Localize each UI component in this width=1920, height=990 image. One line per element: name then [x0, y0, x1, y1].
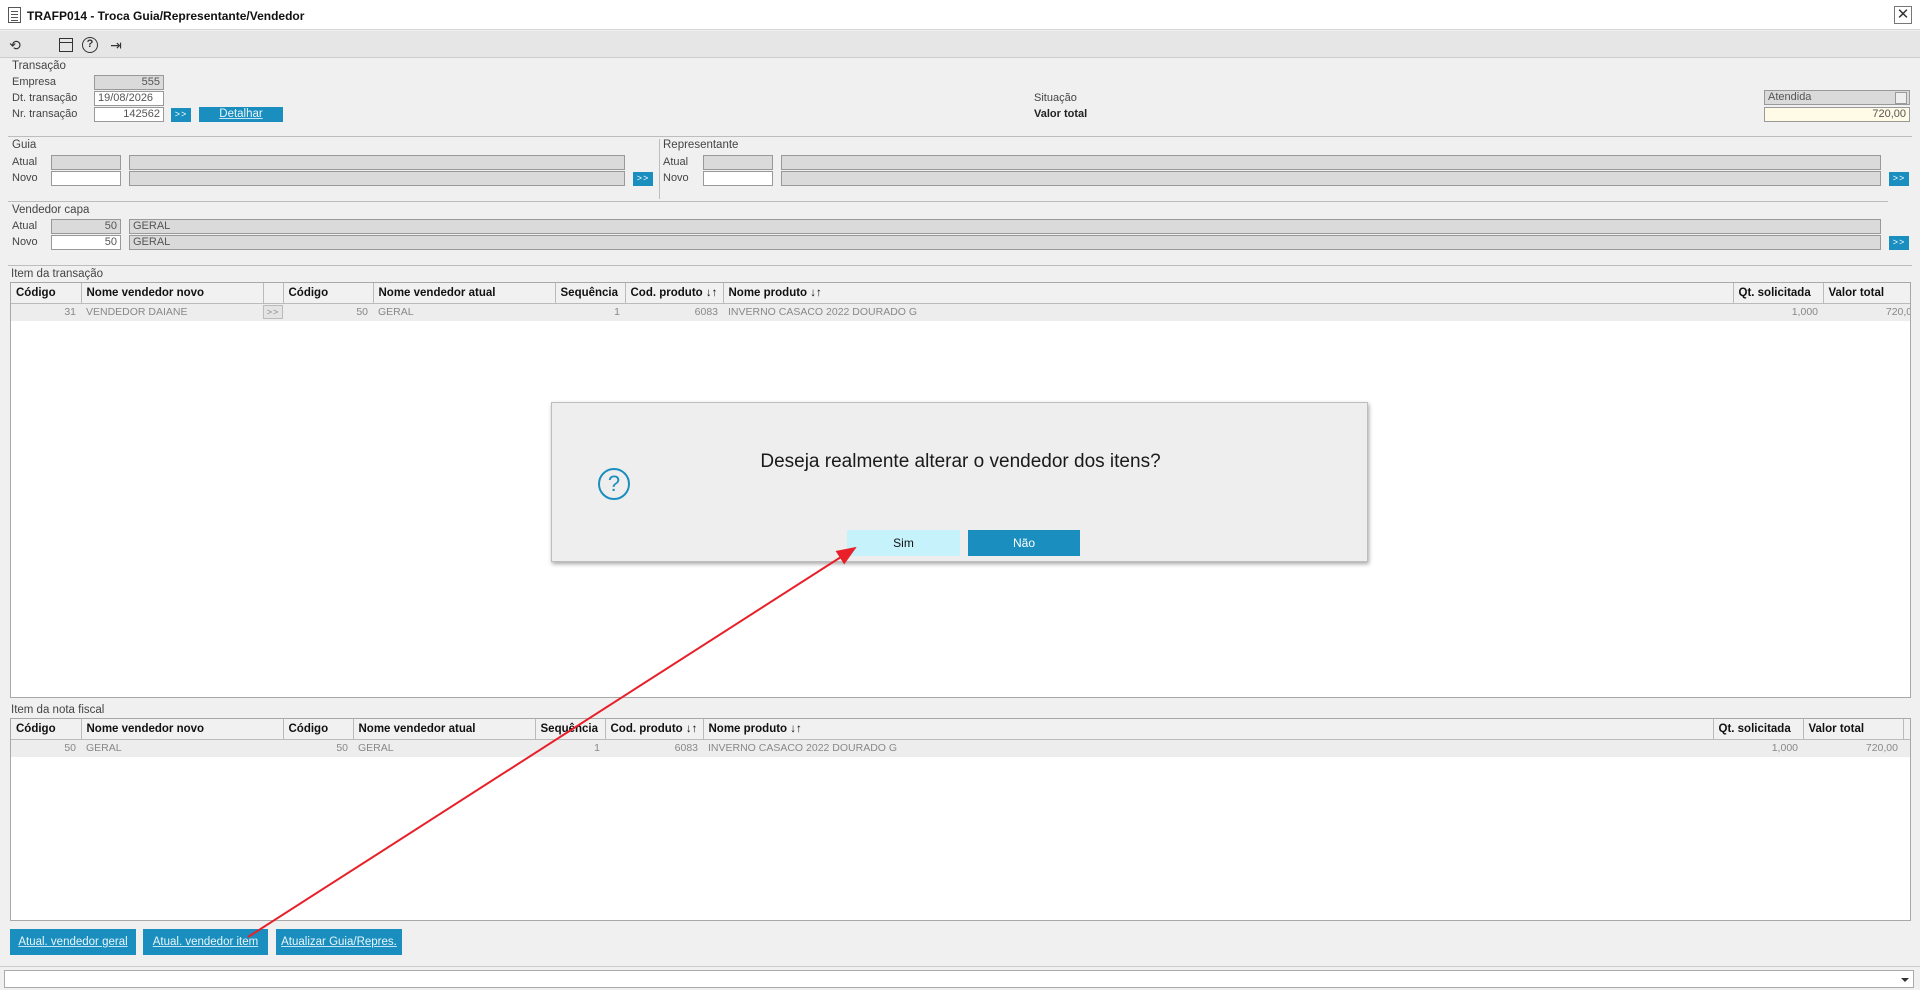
- status-bar: [0, 966, 1920, 990]
- annotation-arrow: [247, 546, 857, 938]
- status-select[interactable]: [4, 970, 1914, 988]
- annotation-arrow-line: [247, 546, 857, 938]
